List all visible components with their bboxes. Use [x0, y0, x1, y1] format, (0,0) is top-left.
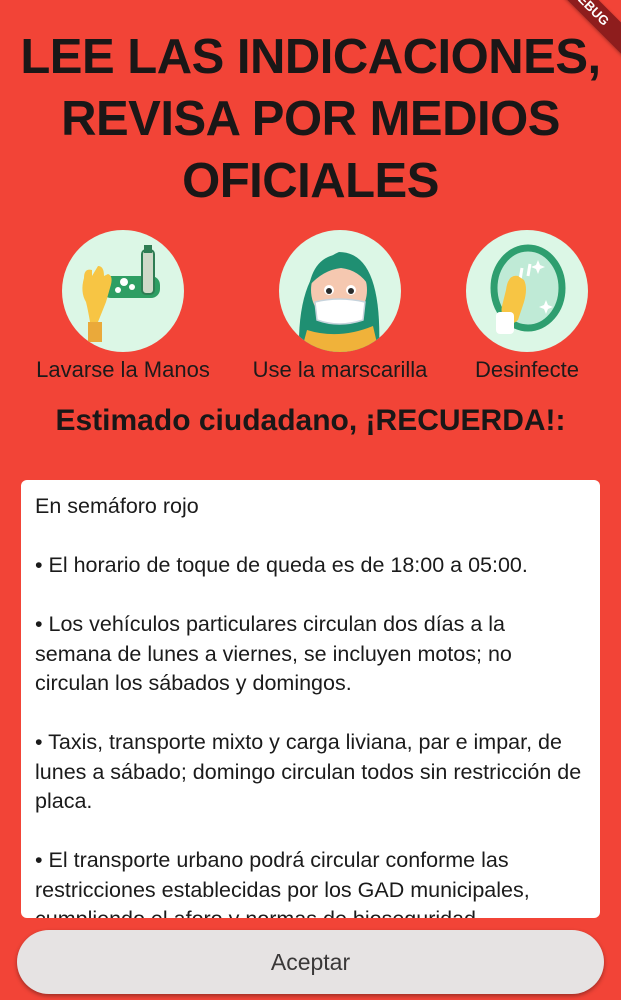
reminder-heading: Estimado ciudadano, ¡RECUERDA!: [55, 404, 566, 437]
title-line-3: OFICIALES [182, 154, 439, 208]
hand-washing-item: Lavarse la Manos [29, 230, 217, 384]
accept-button[interactable]: Aceptar [17, 930, 604, 994]
message-paragraph: En semáforo rojo [35, 494, 199, 518]
message-text: En semáforo rojo • El horario de toque d… [21, 480, 600, 918]
message-paragraph: • Los vehículos particulares circulan do… [35, 612, 512, 695]
disinfect-icon [466, 230, 588, 352]
title-line-1: LEE LAS INDICACIONES, [20, 30, 601, 84]
face-mask-label: Use la marscarilla [252, 357, 428, 382]
face-mask-item: Use la marscarilla [245, 230, 435, 384]
disinfect-label: Desinfecte [475, 357, 579, 382]
face-mask-icon [279, 230, 401, 352]
message-paragraph: • Taxis, transporte mixto y carga livian… [35, 730, 582, 813]
recommendation-icons: Lavarse la Manos Use la marscarilla Desi… [0, 230, 621, 390]
page-title: LEE LAS INDICACIONES, REVISA POR MEDIOS … [0, 26, 621, 212]
title-line-2: REVISA POR MEDIOS [61, 92, 560, 146]
hand-washing-icon [62, 230, 184, 352]
message-paragraph: • El transporte urbano podrá circular co… [35, 848, 530, 918]
message-paragraph: • El horario de toque de queda es de 18:… [35, 553, 528, 577]
message-card[interactable]: En semáforo rojo • El horario de toque d… [21, 480, 600, 918]
disinfect-item: Desinfecte [457, 230, 597, 384]
hand-washing-label: Lavarse la Manos [36, 357, 210, 382]
dialog-screen: DEBUG LEE LAS INDICACIONES, REVISA POR M… [0, 0, 621, 1000]
